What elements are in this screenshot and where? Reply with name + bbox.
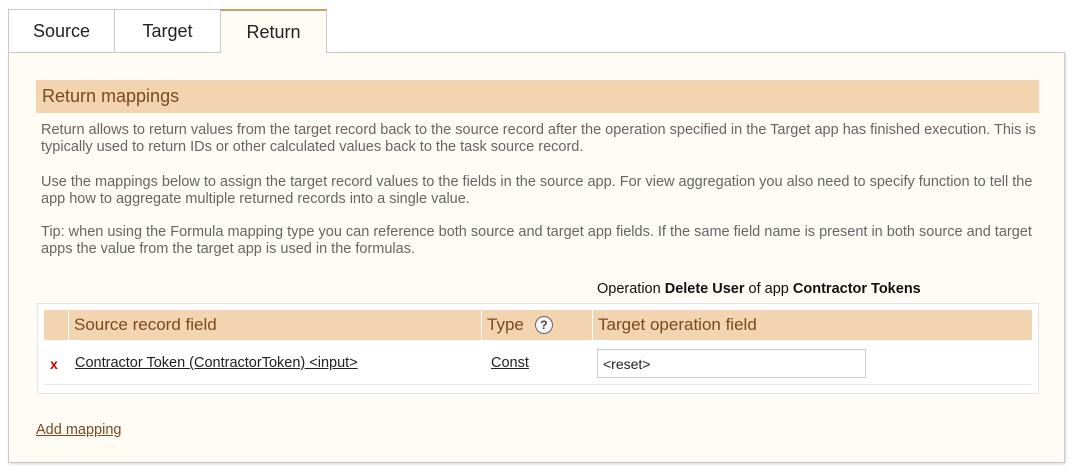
target-field-input[interactable] xyxy=(597,349,866,378)
tab-return[interactable]: Return xyxy=(220,9,327,53)
delete-mapping-icon[interactable]: x xyxy=(50,356,58,372)
help-icon[interactable]: ? xyxy=(534,316,553,334)
header-type: Type ? xyxy=(482,310,593,340)
header-source-field: Source record field xyxy=(69,310,482,340)
table-row: x Contractor Token (ContractorToken) <in… xyxy=(44,344,1032,385)
header-delete-column xyxy=(44,310,69,340)
section-title: Return mappings xyxy=(36,80,1039,113)
operation-middle: of app xyxy=(748,281,789,297)
operation-name: Delete User xyxy=(664,281,745,297)
tab-source[interactable]: Source xyxy=(8,9,115,52)
operation-info: Operation Delete User of app Contractor … xyxy=(597,281,921,297)
mapping-type-link[interactable]: Const xyxy=(491,355,529,371)
description-tip: Tip: when using the Formula mapping type… xyxy=(41,224,1032,257)
operation-app: Contractor Tokens xyxy=(792,281,921,297)
tab-target[interactable]: Target xyxy=(114,9,221,52)
description-return: Return allows to return values from the … xyxy=(41,122,1036,155)
operation-prefix: Operation xyxy=(597,281,661,297)
source-field-link[interactable]: Contractor Token (ContractorToken) <inpu… xyxy=(75,355,358,371)
mappings-table: Source record field Type ? Target operat… xyxy=(37,303,1039,394)
add-mapping-link[interactable]: Add mapping xyxy=(36,422,121,438)
description-mappings: Use the mappings below to assign the tar… xyxy=(41,174,1033,207)
return-panel: Return mappings Return allows to return … xyxy=(8,52,1065,463)
table-header: Source record field Type ? Target operat… xyxy=(44,310,1032,340)
header-target-field: Target operation field xyxy=(598,315,757,334)
header-type-label: Type xyxy=(487,315,524,334)
